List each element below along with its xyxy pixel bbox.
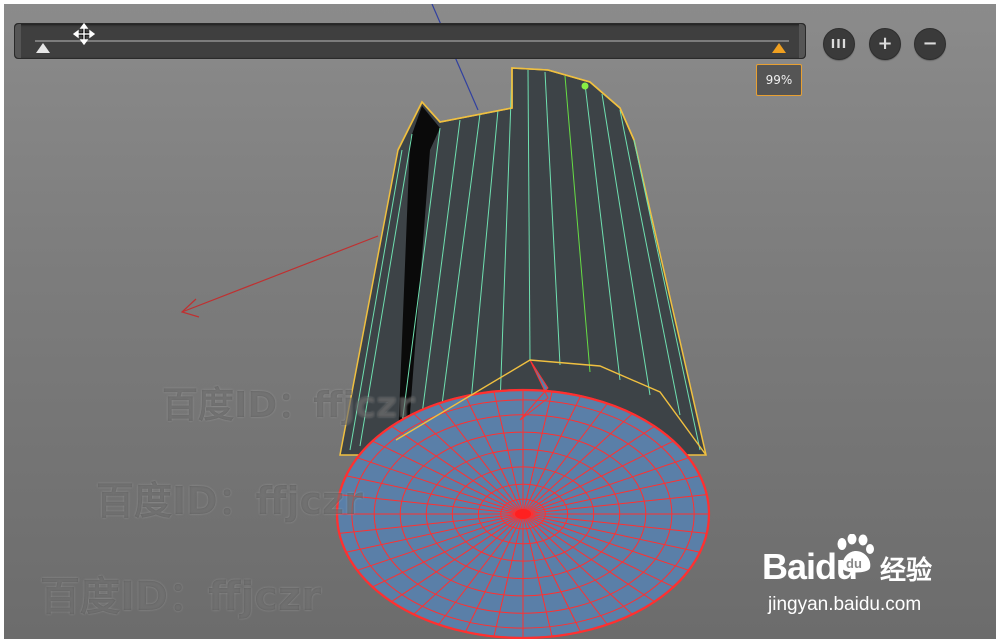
watermark-1: 百度ID：ffjczr: [162, 385, 415, 426]
x-axis-arrow: [180, 298, 200, 318]
zoom-in-button[interactable]: +: [869, 28, 901, 60]
jingyan-label: 经验: [880, 555, 933, 585]
move-icon: [73, 23, 95, 45]
svg-text:du: du: [846, 556, 862, 571]
watermark-3: 百度ID：ffjczr: [40, 574, 321, 620]
slider-start-handle[interactable]: [36, 43, 50, 53]
columns-button[interactable]: III: [823, 28, 855, 60]
cap-center-vertex: [515, 509, 531, 519]
slider-end-handle[interactable]: [772, 43, 786, 53]
baidu-url: jingyan.baidu.com: [768, 594, 922, 615]
minus-icon: −: [922, 33, 938, 54]
zoom-out-button[interactable]: −: [914, 28, 946, 60]
selected-vertex: [581, 82, 589, 90]
screenshot-frame: 99% III + − 百度ID：ffjczr 百度ID：ffjczr 百度ID…: [0, 0, 1000, 643]
timeline-slider[interactable]: [14, 23, 806, 59]
x-axis-line: [181, 235, 379, 313]
slider-right-cap: [799, 24, 805, 58]
slider-percent-tooltip: 99%: [756, 64, 802, 96]
paw-icon: du: [837, 534, 874, 573]
watermark-2: 百度ID：ffjczr: [96, 479, 363, 523]
slider-track[interactable]: [35, 40, 789, 42]
columns-icon: III: [830, 37, 848, 51]
plus-icon: +: [877, 33, 893, 54]
slider-left-cap: [15, 24, 21, 58]
